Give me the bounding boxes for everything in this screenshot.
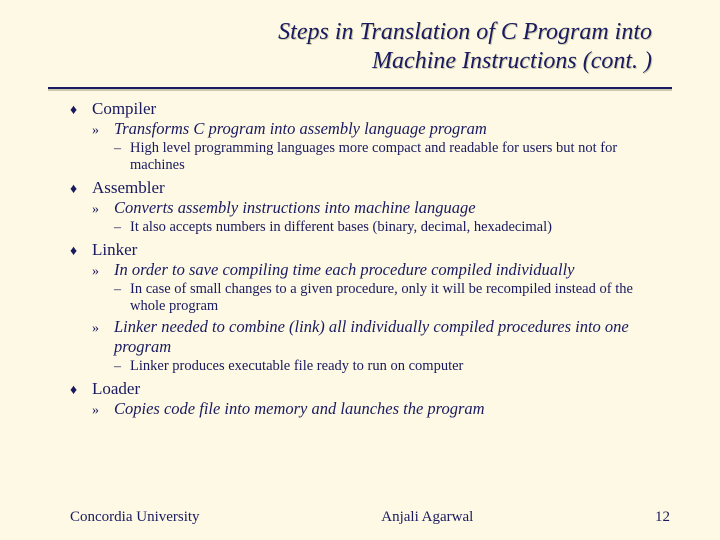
- detail-linker-1-0: – Linker produces executable file ready …: [70, 358, 664, 376]
- heading-loader: ♦ Loader: [70, 379, 664, 399]
- heading-text: Linker: [92, 240, 137, 260]
- diamond-icon: ♦: [70, 103, 92, 119]
- sub-compiler-0: » Transforms C program into assembly lan…: [70, 119, 664, 139]
- detail-text: High level programming languages more co…: [130, 140, 664, 175]
- raquo-icon: »: [92, 123, 114, 139]
- slide-footer: Concordia University Anjali Agarwal 12: [0, 509, 720, 526]
- title-line-2: Machine Instructions (cont. ): [0, 47, 652, 76]
- title-divider: [48, 87, 672, 89]
- sub-linker-1: » Linker needed to combine (link) all in…: [70, 317, 664, 357]
- dash-icon: –: [114, 220, 130, 236]
- sub-linker-0: » In order to save compiling time each p…: [70, 260, 664, 280]
- raquo-icon: »: [92, 321, 114, 337]
- detail-text: It also accepts numbers in different bas…: [130, 219, 556, 237]
- dash-icon: –: [114, 141, 130, 157]
- slide-title: Steps in Translation of C Program into M…: [0, 0, 720, 83]
- diamond-icon: ♦: [70, 182, 92, 198]
- heading-compiler: ♦ Compiler: [70, 99, 664, 119]
- heading-text: Assembler: [92, 178, 165, 198]
- heading-text: Loader: [92, 379, 140, 399]
- raquo-icon: »: [92, 264, 114, 280]
- detail-text: Linker produces executable file ready to…: [130, 358, 467, 376]
- sub-text: Linker needed to combine (link) all indi…: [114, 317, 664, 357]
- sub-text: Converts assembly instructions into mach…: [114, 198, 476, 218]
- sub-loader-0: » Copies code file into memory and launc…: [70, 399, 664, 419]
- diamond-icon: ♦: [70, 244, 92, 260]
- sub-text: Transforms C program into assembly langu…: [114, 119, 487, 139]
- heading-linker: ♦ Linker: [70, 240, 664, 260]
- sub-assembler-0: » Converts assembly instructions into ma…: [70, 198, 664, 218]
- detail-text: In case of small changes to a given proc…: [130, 281, 664, 316]
- diamond-icon: ♦: [70, 383, 92, 399]
- detail-linker-0-0: – In case of small changes to a given pr…: [70, 281, 664, 316]
- heading-assembler: ♦ Assembler: [70, 178, 664, 198]
- detail-assembler-0-0: – It also accepts numbers in different b…: [70, 219, 664, 237]
- footer-center: Anjali Agarwal: [200, 509, 655, 526]
- footer-left: Concordia University: [70, 509, 200, 526]
- sub-text: In order to save compiling time each pro…: [114, 260, 575, 280]
- dash-icon: –: [114, 282, 130, 298]
- heading-text: Compiler: [92, 99, 156, 119]
- title-line-1: Steps in Translation of C Program into: [0, 18, 652, 47]
- raquo-icon: »: [92, 403, 114, 419]
- footer-right: 12: [655, 509, 670, 526]
- detail-compiler-0-0: – High level programming languages more …: [70, 140, 664, 175]
- dash-icon: –: [114, 359, 130, 375]
- slide-body: ♦ Compiler » Transforms C program into a…: [0, 99, 720, 419]
- raquo-icon: »: [92, 202, 114, 218]
- sub-text: Copies code file into memory and launche…: [114, 399, 485, 419]
